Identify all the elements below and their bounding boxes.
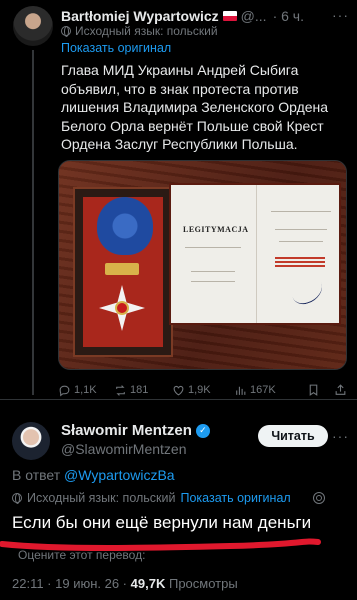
verified-badge-icon: ✓ — [195, 423, 210, 438]
author-name-row: Sławomir Mentzen ✓ — [61, 422, 210, 439]
reply-to-prefix: В ответ — [12, 467, 61, 483]
source-language-label: Исходный язык: польский — [27, 491, 176, 505]
order-cross-center — [115, 301, 129, 315]
signature — [287, 272, 327, 308]
heart-icon — [173, 385, 184, 395]
like-count: 1,9K — [188, 384, 211, 396]
reply-icon — [59, 385, 70, 396]
repost-icon — [116, 384, 125, 396]
views-count: 49,7K — [130, 576, 166, 591]
document-title: LEGITYMACJA — [183, 225, 249, 234]
globe-icon — [61, 26, 71, 37]
tweet-time[interactable]: · 6 ч. — [273, 8, 304, 24]
poland-flag-icon — [222, 11, 237, 21]
bookmark-icon[interactable] — [307, 383, 320, 397]
author-name[interactable]: Sławomir Mentzen — [61, 422, 192, 439]
tweet-actions: 1,1K 181 1,9K 167K — [58, 383, 347, 397]
author-handle[interactable]: @... — [241, 8, 267, 24]
repost-button[interactable]: 181 — [114, 383, 172, 397]
author-name[interactable]: Bartłomiej Wypartowicz — [61, 8, 219, 24]
source-language: Исходный язык: польский Показать оригина… — [12, 491, 347, 505]
medal-case — [73, 187, 173, 357]
parent-tweet[interactable]: Bartłomiej Wypartowicz @... · 6 ч. ··· И… — [0, 0, 357, 400]
tweet-header: Bartłomiej Wypartowicz @... · 6 ч. — [61, 6, 349, 26]
globe-icon — [12, 493, 22, 504]
reply-button[interactable]: 1,1K — [58, 383, 114, 397]
reply-to-handle-link[interactable]: @WypartowiczBa — [64, 467, 175, 483]
rate-translation: Оцените этот перевод: — [18, 548, 146, 562]
repost-count: 181 — [130, 384, 149, 396]
tweet-meta: 22:11 · 19 июн. 26 · 49,7K Просмотры — [12, 576, 238, 591]
show-original-link[interactable]: Показать оригинал — [181, 491, 291, 505]
author-handle[interactable]: @SlawomirMentzen — [61, 441, 186, 457]
source-language-label: Исходный язык: польский — [75, 24, 218, 38]
reply-count: 1,1K — [74, 384, 97, 396]
ribbon-rosette — [97, 197, 153, 255]
gear-icon[interactable] — [313, 492, 325, 504]
views-icon — [236, 386, 246, 395]
tweet-text: Если бы они ещё вернули нам деньги — [12, 513, 312, 532]
source-language: Исходный язык: польский — [61, 24, 218, 38]
follow-button[interactable]: Читать — [258, 425, 328, 447]
timestamp[interactable]: 22:11 · 19 июн. 26 · — [12, 576, 127, 591]
thread-line — [32, 50, 34, 395]
more-options-icon[interactable]: ··· — [332, 7, 349, 23]
like-button[interactable]: 1,9K — [172, 383, 234, 397]
tweet-photo[interactable]: LEGITYMACJA — [58, 160, 347, 370]
views-button[interactable]: 167K — [234, 383, 292, 397]
views-label: Просмотры — [168, 576, 238, 591]
reply-to-line: В ответ @WypartowiczBa — [12, 467, 175, 483]
certificate-document: LEGITYMACJA — [169, 183, 341, 325]
medal-clasp — [105, 263, 139, 275]
avatar[interactable] — [13, 6, 53, 46]
share-icon[interactable] — [334, 383, 347, 397]
more-options-icon[interactable]: ··· — [332, 428, 349, 444]
avatar[interactable] — [12, 422, 50, 460]
views-count: 167K — [250, 384, 276, 396]
show-original-link[interactable]: Показать оригинал — [61, 41, 171, 55]
tweet-text: Глава МИД Украины Андрей Сыбига объявил,… — [61, 62, 329, 152]
